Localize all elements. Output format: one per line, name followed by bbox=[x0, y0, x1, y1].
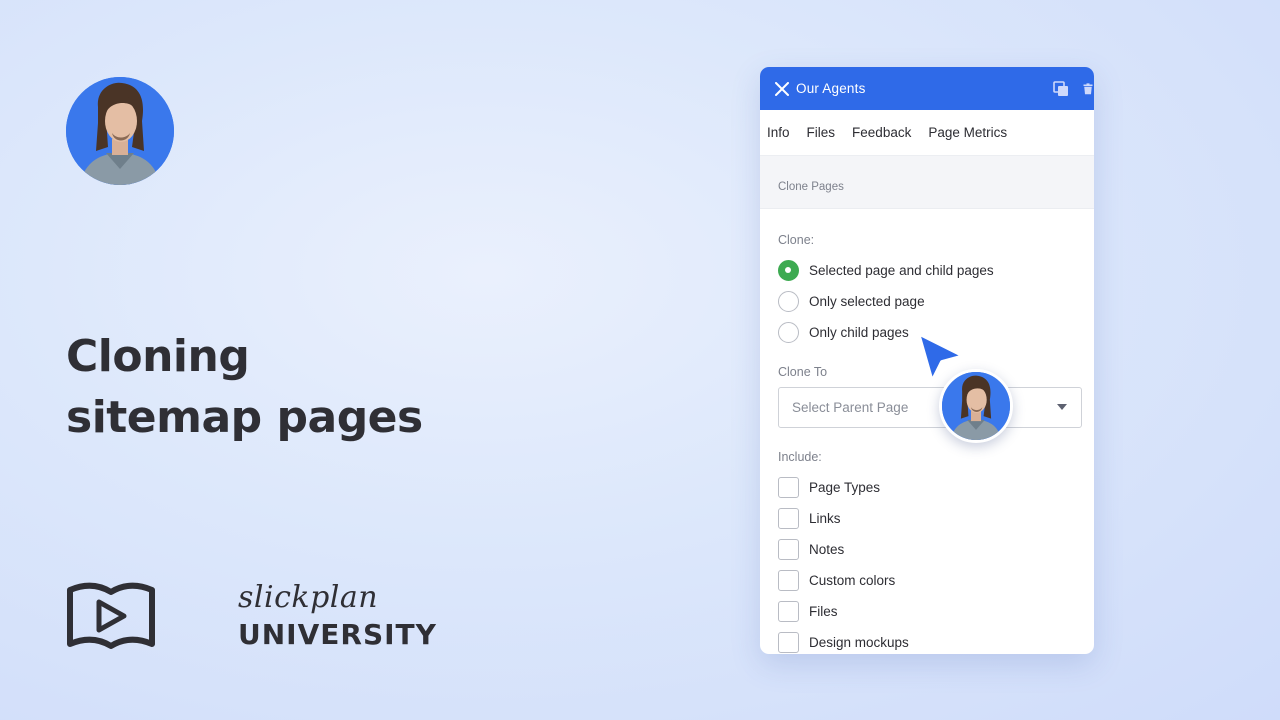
person-illustration bbox=[942, 372, 1010, 440]
clone-form: Clone: Selected page and child pages Onl… bbox=[760, 209, 1094, 654]
parent-page-select[interactable]: Select Parent Page bbox=[778, 387, 1082, 428]
option-label: Only child pages bbox=[809, 325, 909, 340]
header-actions bbox=[1052, 67, 1094, 110]
tab-feedback[interactable]: Feedback bbox=[852, 125, 911, 140]
chevron-down-icon bbox=[1057, 404, 1067, 410]
headline: Cloning sitemap pages bbox=[66, 326, 586, 448]
include-option-notes[interactable]: Notes bbox=[778, 534, 1076, 565]
include-option-custom-colors[interactable]: Custom colors bbox=[778, 565, 1076, 596]
clone-option-only-selected[interactable]: Only selected page bbox=[778, 286, 1076, 317]
headline-line-1: Cloning bbox=[66, 331, 250, 382]
include-option-page-types[interactable]: Page Types bbox=[778, 472, 1076, 503]
headline-line-2: sitemap pages bbox=[66, 392, 423, 443]
panel-header: Our Agents bbox=[760, 67, 1094, 110]
close-icon[interactable] bbox=[768, 75, 796, 103]
option-label: Selected page and child pages bbox=[809, 263, 994, 278]
option-label: Files bbox=[809, 604, 838, 619]
include-label: Include: bbox=[778, 450, 822, 464]
trash-icon[interactable] bbox=[1082, 80, 1094, 98]
checkbox[interactable] bbox=[778, 508, 799, 529]
cursor-avatar bbox=[939, 369, 1013, 443]
option-label: Custom colors bbox=[809, 573, 896, 588]
person-illustration bbox=[66, 77, 174, 185]
panel-title: Our Agents bbox=[796, 81, 866, 96]
book-play-icon bbox=[67, 582, 155, 649]
tab-files[interactable]: Files bbox=[807, 125, 836, 140]
logo-script-text: slickplan bbox=[238, 580, 379, 615]
select-placeholder: Select Parent Page bbox=[792, 400, 909, 415]
radio-button[interactable] bbox=[778, 260, 799, 281]
duplicate-icon[interactable] bbox=[1052, 80, 1070, 98]
radio-button[interactable] bbox=[778, 291, 799, 312]
include-option-files[interactable]: Files bbox=[778, 596, 1076, 627]
logo-university-text: UNIVERSITY bbox=[238, 618, 437, 651]
radio-button[interactable] bbox=[778, 322, 799, 343]
checkbox[interactable] bbox=[778, 570, 799, 591]
option-label: Links bbox=[809, 511, 841, 526]
option-label: Only selected page bbox=[809, 294, 925, 309]
clone-label: Clone: bbox=[778, 233, 815, 247]
option-label: Notes bbox=[809, 542, 845, 557]
panel-tabs: Info Files Feedback Page Metrics bbox=[760, 110, 1094, 156]
checkbox[interactable] bbox=[778, 539, 799, 560]
checkbox[interactable] bbox=[778, 632, 799, 653]
clone-option-selected-and-children[interactable]: Selected page and child pages bbox=[778, 255, 1076, 286]
slickplan-university-logo: slickplan UNIVERSITY bbox=[66, 580, 436, 654]
option-label: Design mockups bbox=[809, 635, 909, 650]
section-spacer bbox=[760, 156, 1094, 166]
tab-page-metrics[interactable]: Page Metrics bbox=[928, 125, 1007, 140]
tab-info[interactable]: Info bbox=[767, 125, 790, 140]
checkbox[interactable] bbox=[778, 601, 799, 622]
include-option-design-mockups[interactable]: Design mockups bbox=[778, 627, 1076, 654]
checkbox[interactable] bbox=[778, 477, 799, 498]
include-option-links[interactable]: Links bbox=[778, 503, 1076, 534]
option-label: Page Types bbox=[809, 480, 881, 495]
presenter-avatar bbox=[66, 77, 174, 185]
section-title: Clone Pages bbox=[760, 166, 1094, 209]
